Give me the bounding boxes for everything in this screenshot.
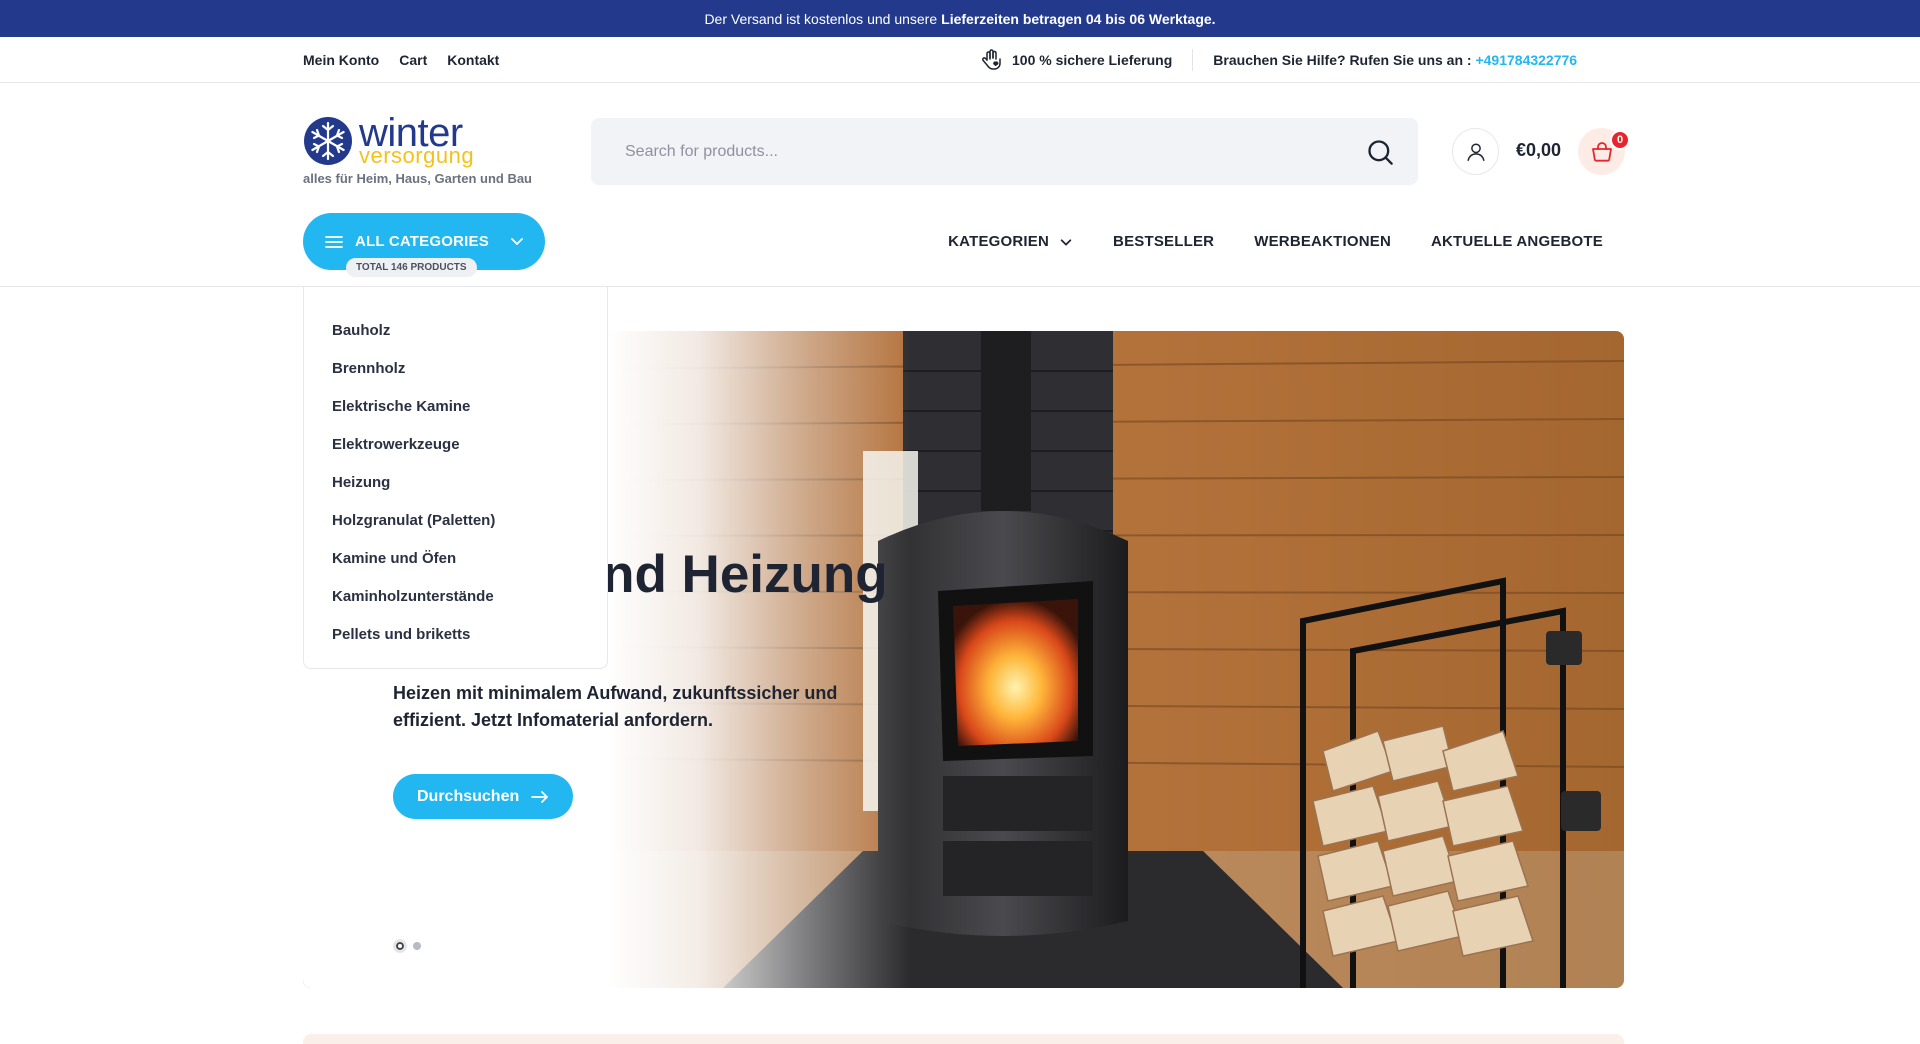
nav-kategorien-label: KATEGORIEN — [948, 233, 1050, 250]
nav-werbeaktionen[interactable]: WERBEAKTIONEN — [1254, 233, 1391, 250]
hand-heart-icon — [982, 49, 1001, 70]
main-nav: KATEGORIEN BESTSELLER WERBEAKTIONEN AKTU… — [948, 213, 1603, 270]
my-account-link[interactable]: Mein Konto — [303, 52, 379, 68]
delivery-info: 100 % sichere Lieferung — [980, 49, 1194, 71]
category-dropdown: Bauholz Brennholz Elektrische Kamine Ele… — [303, 287, 608, 669]
browse-button[interactable]: Durchsuchen — [393, 774, 574, 819]
search-icon[interactable] — [1366, 138, 1394, 166]
utility-bar: Mein Konto Cart Kontakt 100 % sichere Li… — [0, 37, 1920, 83]
delivery-text: 100 % sichere Lieferung — [1012, 52, 1173, 68]
utility-info: 100 % sichere Lieferung Brauchen Sie Hil… — [980, 37, 1577, 83]
cart-total[interactable]: €0,00 — [1516, 140, 1561, 161]
category-item[interactable]: Brennholz — [304, 349, 607, 387]
all-categories-button[interactable]: ALL CATEGORIES TOTAL 146 PRODUCTS — [303, 213, 545, 277]
utility-links: Mein Konto Cart Kontakt — [303, 37, 499, 83]
nav-bestseller[interactable]: BESTSELLER — [1113, 233, 1214, 250]
category-item[interactable]: Holzgranulat (Paletten) — [304, 501, 607, 539]
menu-icon — [325, 235, 343, 248]
contact-link[interactable]: Kontakt — [447, 52, 499, 68]
search-bar — [591, 118, 1418, 185]
search-input[interactable] — [591, 118, 1331, 185]
total-products-badge: TOTAL 146 PRODUCTS — [346, 258, 477, 277]
announcement-bold: Lieferzeiten betragen 04 bis 06 Werktage… — [941, 10, 1216, 27]
logo-word-versorgung: versorgung — [359, 143, 475, 168]
arrow-right-icon — [531, 790, 549, 803]
next-section-strip — [303, 1034, 1624, 1044]
cart-count-badge: 0 — [1610, 130, 1630, 150]
user-icon — [1466, 142, 1485, 161]
browse-button-label: Durchsuchen — [417, 787, 520, 805]
cart-link[interactable]: Cart — [399, 52, 427, 68]
phone-link[interactable]: +491784322776 — [1475, 52, 1577, 68]
help-label: Brauchen Sie Hilfe? Rufen Sie uns an : — [1213, 52, 1472, 68]
announcement-text: Der Versand ist kostenlos und unsere — [704, 10, 938, 27]
slider-dot-2[interactable] — [413, 942, 421, 950]
category-item[interactable]: Elektrische Kamine — [304, 387, 607, 425]
category-item[interactable]: Heizung — [304, 463, 607, 501]
hero-subtitle: Heizen mit minimalem Aufwand, zukunftssi… — [393, 683, 838, 730]
header-divider — [0, 286, 1920, 287]
category-item[interactable]: Kamine und Öfen — [304, 539, 607, 577]
site-logo[interactable]: winter versorgung alles für Heim, Haus, … — [303, 113, 563, 194]
chevron-down-icon — [1060, 238, 1072, 245]
nav-kategorien[interactable]: KATEGORIEN — [948, 233, 1073, 250]
snowflake-logo-icon — [304, 117, 352, 165]
help-info: Brauchen Sie Hilfe? Rufen Sie uns an : +… — [1193, 52, 1577, 68]
category-item[interactable]: Pellets und briketts — [304, 615, 607, 653]
logo-wordmark: winter versorgung — [359, 113, 475, 168]
slider-dots — [393, 939, 421, 953]
logo-tagline: alles für Heim, Haus, Garten und Bau — [303, 171, 532, 186]
announcement-bar: Der Versand ist kostenlos und unsere Lie… — [0, 0, 1920, 37]
all-categories-label: ALL CATEGORIES — [355, 233, 489, 250]
slider-dot-1[interactable] — [393, 939, 407, 953]
account-button[interactable] — [1452, 128, 1499, 175]
chevron-down-icon — [511, 238, 523, 245]
category-item[interactable]: Bauholz — [304, 311, 607, 349]
category-item[interactable]: Elektrowerkzeuge — [304, 425, 607, 463]
nav-aktuelle-angebote[interactable]: AKTUELLE ANGEBOTE — [1431, 233, 1603, 250]
category-item[interactable]: Kaminholzunterstände — [304, 577, 607, 615]
